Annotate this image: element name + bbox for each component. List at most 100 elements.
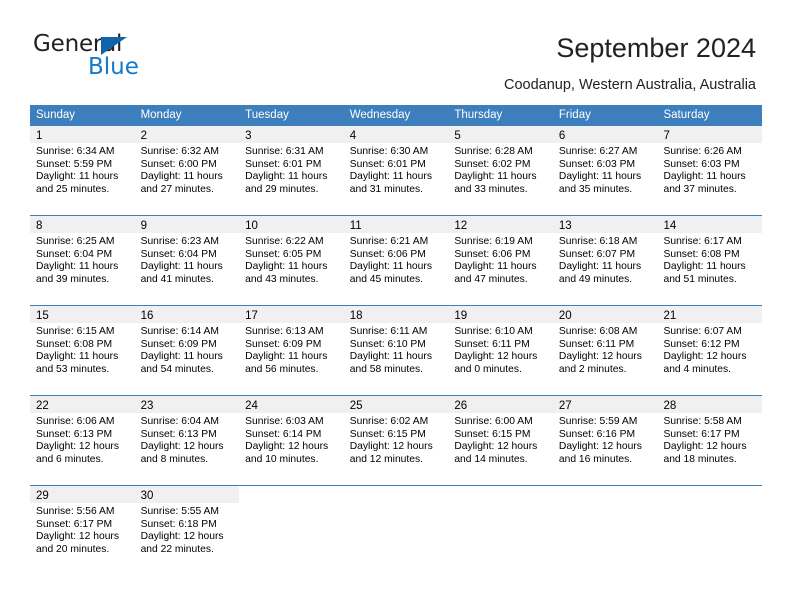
day-number-bar: 20 (552, 306, 658, 323)
daylight-text-line2: and 41 minutes. (140, 273, 214, 285)
calendar-day-cell[interactable]: 1 Sunrise: 6:34 AM Sunset: 5:59 PM Daylight… (30, 126, 135, 215)
day-number-bar: 8 (30, 216, 135, 233)
day-details: Sunrise: 5:55 AM Sunset: 6:18 PM Daylight:… (135, 503, 240, 556)
calendar-day-cell[interactable]: 12 Sunrise: 6:19 AM Sunset: 6:06 PM Dayligh… (448, 216, 553, 305)
daylight-text-line2: and 14 minutes. (454, 453, 528, 465)
calendar-week-row: 1 Sunrise: 6:34 AM Sunset: 5:59 PM Daylight… (30, 126, 763, 215)
day-number: 4 (349, 130, 357, 142)
calendar-day-cell[interactable]: 2 Sunrise: 6:32 AM Sunset: 6:00 PM Daylight… (134, 126, 240, 215)
calendar-week-row: 29 Sunrise: 5:56 AM Sunset: 6:17 PM Dayligh… (30, 485, 763, 575)
calendar-day-cell[interactable]: 23 Sunrise: 6:04 AM Sunset: 6:13 PM Dayligh… (134, 396, 240, 485)
day-number-bar: 6 (552, 126, 658, 143)
daylight-text-line1: Daylight: 12 hours (245, 441, 329, 453)
day-details (448, 503, 553, 506)
calendar-day-cell[interactable]: 16 Sunrise: 6:14 AM Sunset: 6:09 PM Dayligh… (134, 306, 240, 395)
day-details (657, 503, 762, 506)
day-number: 11 (349, 220, 362, 232)
sunrise-text: Sunrise: 6:25 AM (36, 236, 115, 247)
sunrise-text: Sunrise: 6:26 AM (663, 146, 742, 157)
day-details: Sunrise: 6:11 AM Sunset: 6:10 PM Daylight:… (344, 323, 449, 376)
daylight-text-line1: Daylight: 12 hours (36, 441, 119, 453)
daylight-text-line2: and 49 minutes. (558, 273, 633, 285)
daylight-text-line2: and 16 minutes. (558, 453, 633, 465)
weekday-header-sunday: Sunday (36, 109, 76, 121)
day-details: Sunrise: 6:15 AM Sunset: 6:08 PM Daylight:… (30, 323, 135, 376)
day-number-bar (239, 486, 344, 503)
day-details: Sunrise: 6:02 AM Sunset: 6:15 PM Daylight:… (344, 413, 449, 466)
calendar-day-cell[interactable]: 7 Sunrise: 6:26 AM Sunset: 6:03 PM Daylight… (657, 126, 763, 215)
calendar-day-cell[interactable]: 20 Sunrise: 6:08 AM Sunset: 6:11 PM Dayligh… (552, 306, 658, 395)
calendar-day-cell[interactable]: 25 Sunrise: 6:02 AM Sunset: 6:15 PM Dayligh… (343, 396, 449, 485)
calendar-day-cell[interactable]: 8 Sunrise: 6:25 AM Sunset: 6:04 PM Daylight… (30, 216, 135, 305)
sunset-text: Sunset: 6:11 PM (558, 338, 635, 350)
brand-triangle-icon (101, 37, 127, 55)
day-details: Sunrise: 6:04 AM Sunset: 6:13 PM Daylight:… (135, 413, 240, 466)
daylight-text-line1: Daylight: 11 hours (36, 171, 119, 183)
day-number-bar: 1 (30, 126, 135, 143)
day-number: 20 (558, 310, 572, 322)
daylight-text-line1: Daylight: 11 hours (140, 261, 223, 273)
sunrise-text: Sunrise: 5:59 AM (558, 416, 638, 427)
calendar-day-cell[interactable]: 28 Sunrise: 5:58 AM Sunset: 6:17 PM Dayligh… (657, 396, 763, 485)
daylight-text-line2: and 43 minutes. (245, 273, 319, 285)
daylight-text-line2: and 8 minutes. (140, 453, 209, 465)
calendar-day-cell[interactable]: 10 Sunrise: 6:22 AM Sunset: 6:05 PM Dayligh… (239, 216, 344, 305)
day-number-bar: 5 (448, 126, 553, 143)
weekday-header-thursday: Thursday (454, 109, 503, 121)
calendar-day-cell[interactable]: 15 Sunrise: 6:15 AM Sunset: 6:08 PM Dayligh… (30, 306, 135, 395)
calendar-weeks: 1 Sunrise: 6:34 AM Sunset: 5:59 PM Daylight… (30, 126, 763, 575)
calendar-day-cell[interactable]: 6 Sunrise: 6:27 AM Sunset: 6:03 PM Daylight… (552, 126, 658, 215)
day-number-bar: 15 (30, 306, 135, 323)
day-number-bar: 11 (343, 216, 449, 233)
sunrise-text: Sunrise: 6:18 AM (558, 236, 638, 247)
daylight-text-line1: Daylight: 11 hours (245, 171, 328, 183)
calendar-day-cell[interactable]: 17 Sunrise: 6:13 AM Sunset: 6:09 PM Dayligh… (239, 306, 344, 395)
sunrise-text: Sunrise: 6:15 AM (36, 326, 115, 337)
calendar-day-cell[interactable]: 26 Sunrise: 6:00 AM Sunset: 6:15 PM Dayligh… (448, 396, 553, 485)
sunset-text: Sunset: 6:06 PM (454, 248, 531, 260)
daylight-text-line1: Daylight: 11 hours (245, 261, 328, 273)
day-number: 7 (663, 130, 670, 142)
calendar-day-cell[interactable]: 19 Sunrise: 6:10 AM Sunset: 6:11 PM Dayligh… (448, 306, 553, 395)
day-number: 25 (349, 400, 363, 412)
sunset-text: Sunset: 6:17 PM (36, 518, 113, 530)
brand-logo[interactable]: General Blue (33, 31, 163, 81)
daylight-text-line2: and 53 minutes. (36, 363, 110, 375)
daylight-text-line1: Daylight: 12 hours (663, 441, 747, 453)
sunset-text: Sunset: 6:05 PM (245, 248, 322, 260)
calendar-day-cell[interactable]: 24 Sunrise: 6:03 AM Sunset: 6:14 PM Dayligh… (239, 396, 344, 485)
day-details: Sunrise: 6:25 AM Sunset: 6:04 PM Daylight:… (30, 233, 135, 286)
daylight-text-line1: Daylight: 11 hours (36, 351, 119, 363)
day-details: Sunrise: 6:34 AM Sunset: 5:59 PM Daylight:… (30, 143, 135, 196)
calendar-day-cell[interactable]: 22 Sunrise: 6:06 AM Sunset: 6:13 PM Dayligh… (30, 396, 135, 485)
daylight-text-line1: Daylight: 12 hours (558, 351, 642, 363)
calendar-day-cell[interactable]: 9 Sunrise: 6:23 AM Sunset: 6:04 PM Daylight… (134, 216, 240, 305)
day-number: 17 (245, 310, 258, 322)
sunrise-text: Sunrise: 6:22 AM (245, 236, 324, 247)
calendar-day-cell[interactable]: 3 Sunrise: 6:31 AM Sunset: 6:01 PM Daylight… (239, 126, 344, 215)
calendar-day-cell[interactable]: 29 Sunrise: 5:56 AM Sunset: 6:17 PM Dayligh… (30, 486, 135, 575)
sunset-text: Sunset: 6:08 PM (36, 338, 113, 350)
daylight-text-line2: and 22 minutes. (140, 543, 214, 555)
calendar-day-cell[interactable]: 4 Sunrise: 6:30 AM Sunset: 6:01 PM Daylight… (343, 126, 449, 215)
daylight-text-line2: and 20 minutes. (36, 543, 110, 555)
sunrise-text: Sunrise: 6:30 AM (349, 146, 429, 157)
sunset-text: Sunset: 6:03 PM (663, 158, 740, 170)
calendar-day-cell[interactable]: 27 Sunrise: 5:59 AM Sunset: 6:16 PM Dayligh… (552, 396, 658, 485)
daylight-text-line1: Daylight: 11 hours (454, 171, 537, 183)
calendar-day-cell-empty (343, 486, 449, 575)
calendar-day-cell[interactable]: 30 Sunrise: 5:55 AM Sunset: 6:18 PM Dayligh… (134, 486, 240, 575)
brand-name-blue: Blue (88, 54, 139, 80)
calendar-day-cell[interactable]: 14 Sunrise: 6:17 AM Sunset: 6:08 PM Dayligh… (657, 216, 763, 305)
day-number-bar (553, 486, 658, 503)
daylight-text-line1: Daylight: 11 hours (558, 261, 642, 273)
calendar-day-cell[interactable]: 11 Sunrise: 6:21 AM Sunset: 6:06 PM Dayligh… (343, 216, 449, 305)
sunset-text: Sunset: 6:04 PM (36, 248, 113, 260)
sunrise-text: Sunrise: 5:56 AM (36, 506, 115, 517)
calendar-day-cell[interactable]: 13 Sunrise: 6:18 AM Sunset: 6:07 PM Dayligh… (552, 216, 658, 305)
day-number: 18 (349, 310, 363, 322)
calendar-day-cell[interactable]: 5 Sunrise: 6:28 AM Sunset: 6:02 PM Daylight… (448, 126, 553, 215)
daylight-text-line1: Daylight: 11 hours (454, 261, 537, 273)
calendar-day-cell[interactable]: 21 Sunrise: 6:07 AM Sunset: 6:12 PM Dayligh… (657, 306, 763, 395)
calendar-day-cell[interactable]: 18 Sunrise: 6:11 AM Sunset: 6:10 PM Dayligh… (343, 306, 449, 395)
